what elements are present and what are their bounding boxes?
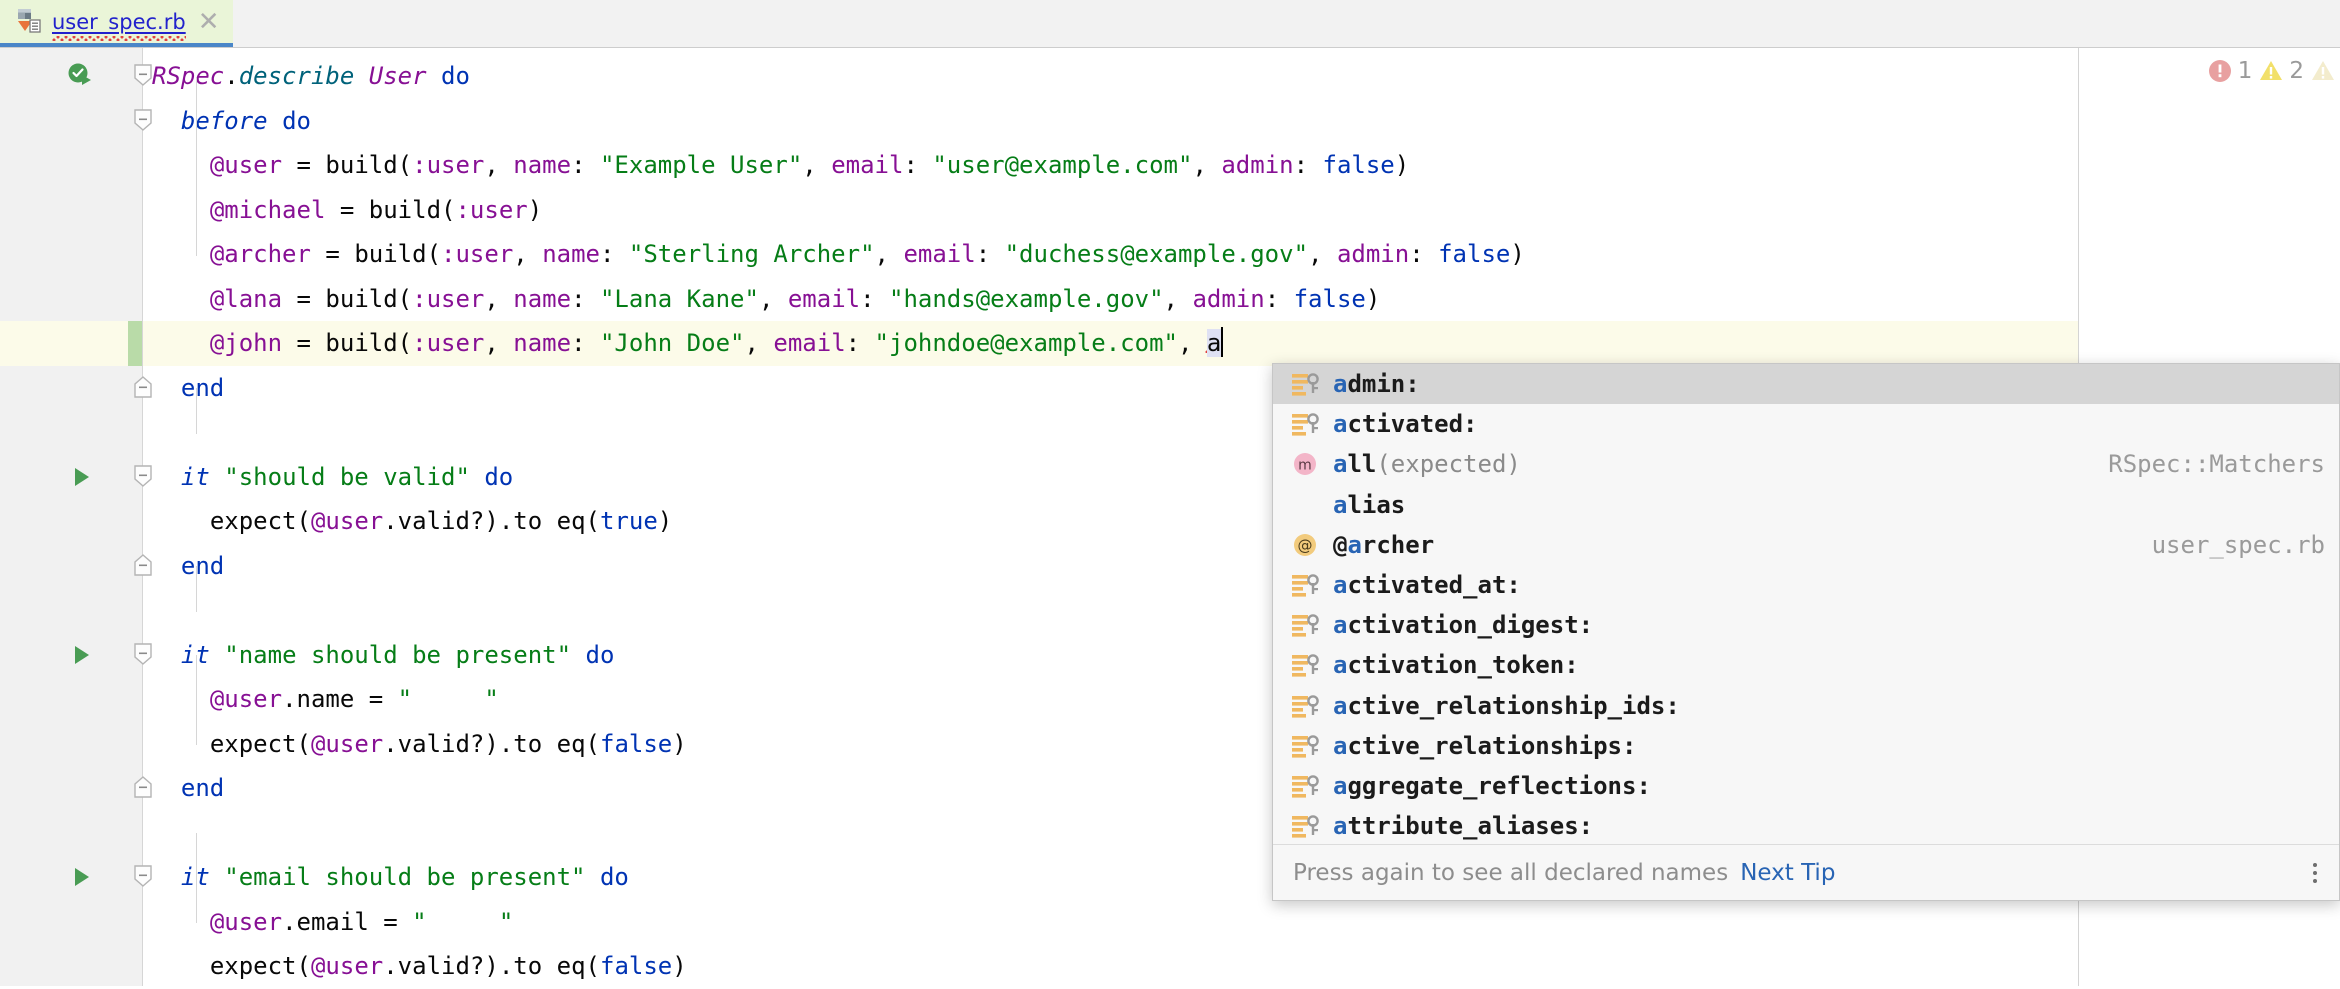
completion-item-label: activated: (1333, 410, 1478, 438)
indent-guide (196, 566, 197, 612)
fold-toggle-icon[interactable] (132, 633, 154, 678)
svg-text:@: @ (1298, 536, 1313, 554)
completion-item-label: activated_at: (1333, 571, 1521, 599)
completion-hint-text: Press again to see all declared names (1293, 860, 1728, 886)
attribute-key-icon (1289, 410, 1323, 438)
fold-toggle-icon[interactable] (132, 99, 154, 144)
completion-item[interactable]: admin: (1273, 364, 2339, 404)
completion-item[interactable]: attribute_aliases: (1273, 806, 2339, 846)
fold-toggle-icon[interactable] (132, 766, 154, 811)
code-line[interactable]: @user = build(:user, name: "Example User… (0, 143, 2340, 188)
warning-count-group[interactable]: 2 (2258, 58, 2304, 84)
indent-guide (196, 78, 197, 256)
error-count-label: 1 (2238, 58, 2253, 84)
indent-guide (196, 388, 197, 434)
more-options-icon[interactable] (2309, 859, 2321, 887)
tab-user-spec-rb[interactable]: user_spec.rb ✕ (0, 0, 233, 47)
code-line[interactable]: @user.email = " " (0, 900, 2340, 945)
completion-item-label: aggregate_reflections: (1333, 772, 1651, 800)
indent-guide (196, 833, 197, 923)
editor-tab-bar: user_spec.rb ✕ (0, 0, 2340, 48)
completion-item-label: all(expected) (1333, 450, 1521, 478)
attribute-key-icon (1289, 812, 1323, 840)
tab-error-squiggle (52, 36, 186, 41)
completion-item-label: active_relationships: (1333, 732, 1636, 760)
completion-item[interactable]: active_relationship_ids: (1273, 686, 2339, 726)
completion-item[interactable]: active_relationships: (1273, 726, 2339, 766)
method-icon: m (1289, 450, 1323, 478)
completion-item[interactable]: @ @archer user_spec.rb (1273, 525, 2339, 565)
completion-item-source: user_spec.rb (2152, 531, 2325, 559)
indent-guide (196, 655, 197, 745)
warning-triangle-icon (2258, 58, 2284, 84)
completion-item-list[interactable]: admin:activated:m all(expected) RSpec::Mat… (1273, 364, 2339, 846)
error-circle-icon (2207, 58, 2233, 84)
fold-toggle-icon[interactable] (132, 544, 154, 589)
fold-toggle-icon[interactable] (132, 855, 154, 900)
error-count-group[interactable]: 1 (2207, 58, 2253, 84)
attribute-key-icon (1289, 571, 1323, 599)
code-line[interactable]: @john = build(:user, name: "John Doe", e… (0, 321, 2340, 366)
ruby-spec-file-icon (16, 8, 42, 36)
completion-item-label: @archer (1333, 531, 1434, 559)
attribute-key-icon (1289, 772, 1323, 800)
completion-item[interactable]: activation_token: (1273, 645, 2339, 685)
completion-item-label: activation_digest: (1333, 611, 1593, 639)
attribute-key-icon (1289, 611, 1323, 639)
completion-item-label: activation_token: (1333, 651, 1579, 679)
attribute-key-icon (1289, 732, 1323, 760)
completion-item[interactable]: alias (1273, 485, 2339, 525)
completion-status-bar: Press again to see all declared names Ne… (1273, 844, 2339, 900)
code-line[interactable]: @archer = build(:user, name: "Sterling A… (0, 232, 2340, 277)
fold-toggle-icon[interactable] (132, 455, 154, 500)
completion-item[interactable]: activated_at: (1273, 565, 2339, 605)
completion-item[interactable]: aggregate_reflections: (1273, 766, 2339, 806)
warning-count-label: 2 (2289, 58, 2304, 84)
weak-warning-triangle-icon (2310, 58, 2336, 84)
completion-item-label: attribute_aliases: (1333, 812, 1593, 840)
typed-prefix: a (1207, 329, 1221, 357)
close-icon[interactable]: ✕ (198, 9, 220, 35)
completion-item-label: admin: (1333, 370, 1420, 398)
attribute-key-icon (1289, 370, 1323, 398)
tab-label: user_spec.rb (52, 10, 186, 34)
fold-toggle-icon[interactable] (132, 366, 154, 411)
weak-warning-group[interactable] (2310, 58, 2336, 84)
svg-text:m: m (1298, 458, 1312, 474)
attribute-key-icon (1289, 651, 1323, 679)
text-caret (1221, 327, 1223, 357)
next-tip-link[interactable]: Next Tip (1740, 860, 1835, 886)
code-line[interactable]: RSpec.describe User do (0, 54, 2340, 99)
fold-rail (142, 48, 143, 986)
instance-variable-icon: @ (1289, 531, 1323, 559)
inspection-counts[interactable]: 1 2 (2207, 58, 2340, 84)
no-icon (1289, 491, 1323, 519)
completion-item-source: RSpec::Matchers (2108, 450, 2325, 478)
code-line[interactable]: before do (0, 99, 2340, 144)
completion-item[interactable]: activated: (1273, 404, 2339, 444)
completion-item[interactable]: m all(expected) RSpec::Matchers (1273, 444, 2339, 484)
code-line[interactable]: @lana = build(:user, name: "Lana Kane", … (0, 277, 2340, 322)
code-completion-popup[interactable]: admin:activated:m all(expected) RSpec::Mat… (1272, 363, 2340, 901)
fold-toggle-icon[interactable] (132, 54, 154, 99)
code-line[interactable]: @michael = build(:user) (0, 188, 2340, 233)
completion-item[interactable]: activation_digest: (1273, 605, 2339, 645)
code-line[interactable]: expect(@user.valid?).to eq(false) (0, 944, 2340, 989)
attribute-key-icon (1289, 692, 1323, 720)
completion-item-label: active_relationship_ids: (1333, 692, 1680, 720)
completion-item-label: alias (1333, 491, 1405, 519)
